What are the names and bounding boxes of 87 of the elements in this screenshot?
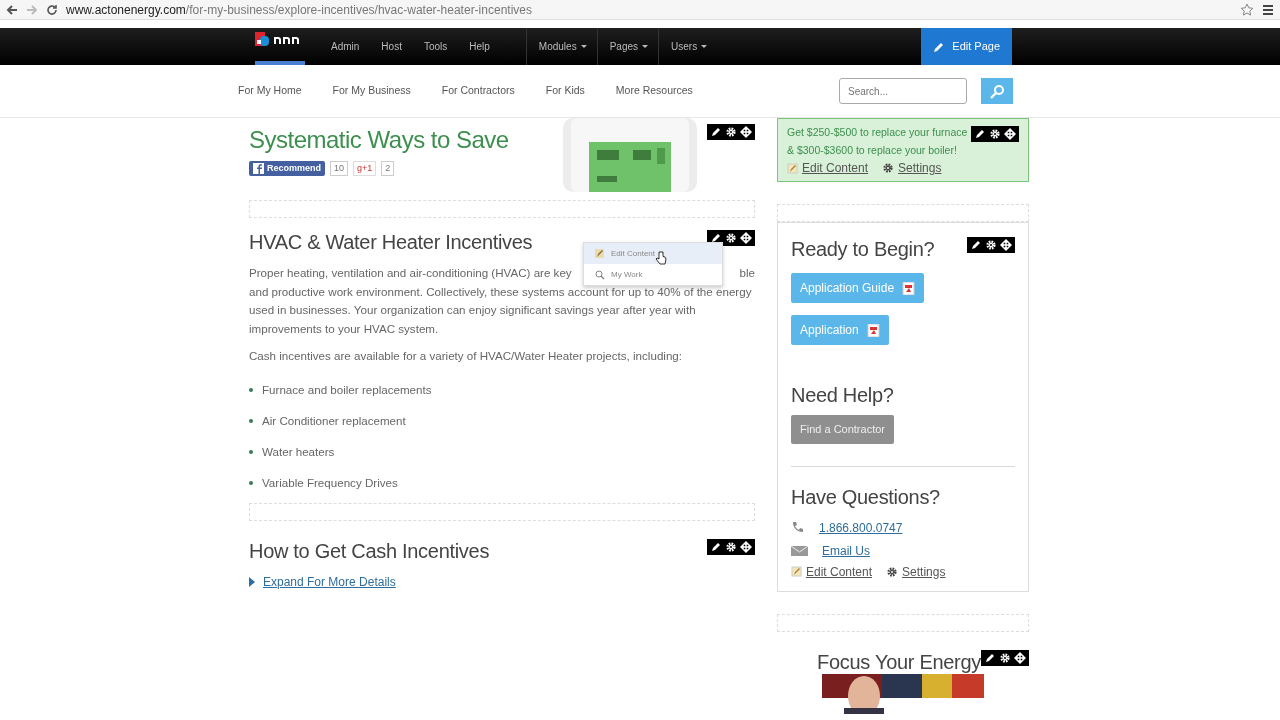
- facebook-icon: [253, 163, 264, 175]
- expand-arrow-icon[interactable]: [249, 576, 255, 587]
- plus-one-button[interactable]: g+1: [353, 160, 377, 177]
- edit-icon: [787, 162, 798, 174]
- admin-link[interactable]: Admin: [320, 28, 371, 65]
- gear-icon: [882, 162, 895, 174]
- paragraph-text: ble: [739, 265, 755, 281]
- email-link[interactable]: Email Us: [822, 542, 870, 560]
- magnifier-icon: [594, 269, 605, 280]
- gear-icon: [886, 565, 899, 578]
- move-icon[interactable]: [740, 540, 752, 553]
- edit-icon: [791, 566, 802, 577]
- expand-link[interactable]: Expand For More Details: [263, 572, 396, 591]
- paragraph-text: Proper heating, ventilation and air-conditioning (HVAC) are key: [249, 265, 572, 281]
- sidebar-heading: Have Questions?: [791, 484, 941, 509]
- share-count: 2: [381, 160, 395, 177]
- pencil-icon[interactable]: [974, 128, 986, 140]
- gear-icon[interactable]: [725, 232, 737, 244]
- admin-menu[interactable]: Modules: [525, 28, 597, 65]
- menu-item[interactable]: My Work: [584, 264, 722, 285]
- list-item: Variable Frequency Drives: [262, 475, 398, 492]
- settings-link[interactable]: Settings: [902, 562, 946, 581]
- pencil-icon: [933, 40, 946, 53]
- phone-icon: [791, 521, 805, 535]
- back-icon[interactable]: [6, 3, 18, 16]
- bullet-icon: [249, 419, 253, 423]
- paragraph-text: Cash incentives are available for a variety of HVAC/Water Heater projects, including:: [249, 348, 684, 364]
- search-icon: [989, 83, 1005, 99]
- move-icon[interactable]: [740, 232, 752, 244]
- move-icon[interactable]: [740, 126, 752, 138]
- bullet-icon: [249, 450, 253, 454]
- sidebar-heading: Ready to Begin?: [791, 237, 935, 261]
- list-item: Furnace and boiler replacements: [262, 382, 432, 399]
- edit-page-button[interactable]: Edit Page: [921, 28, 1012, 65]
- url-domain: www.actonenergy.com: [66, 2, 186, 17]
- reload-icon[interactable]: [46, 3, 58, 16]
- section-heading: How to Get Cash Incentives: [249, 538, 490, 563]
- list-item: Air Conditioner replacement: [262, 413, 406, 430]
- nav-link[interactable]: For My Home: [238, 83, 302, 99]
- phone-link[interactable]: 1.866.800.0747: [819, 519, 903, 537]
- sidebar-heading: Need Help?: [791, 383, 895, 407]
- bullet-icon: [249, 388, 253, 392]
- sidebar-heading: Focus Your Energy: [817, 649, 981, 674]
- recommend-button[interactable]: Recommend: [249, 160, 325, 177]
- menu-icon[interactable]: [1262, 3, 1274, 16]
- move-icon[interactable]: [1000, 239, 1012, 251]
- settings-link[interactable]: Settings: [898, 159, 942, 177]
- pencil-icon[interactable]: [710, 126, 722, 138]
- caret-icon: [701, 45, 708, 48]
- url-path: /for-my-business/explore-incentives/hvac-water-heater-incentives: [185, 2, 532, 17]
- section-heading: HVAC & Water Heater Incentives: [249, 230, 533, 254]
- bullet-icon: [249, 481, 253, 485]
- paragraph-text: and productive work environment. Collectively, these systems account for up to 40% of the energy used in businesses. Your organization can enjoy significant savings year after year with improvements to your HVAC system.: [249, 283, 753, 337]
- nav-link[interactable]: For Kids: [545, 83, 585, 99]
- admin-link[interactable]: Help: [458, 28, 501, 65]
- admin-link[interactable]: Host: [370, 28, 413, 65]
- promo-text: Get $250-$500 to replace your furnace & $300-$3600 to replace your boiler!: [787, 125, 969, 158]
- admin-menu[interactable]: Users: [658, 28, 718, 65]
- pencil-icon: [594, 248, 605, 259]
- list-item: Water heaters: [262, 444, 335, 461]
- cursor-icon: [655, 251, 667, 265]
- caret-icon: [642, 45, 649, 48]
- edit-content-link[interactable]: Edit Content: [802, 159, 869, 177]
- envelope-icon: [791, 545, 808, 557]
- pdf-icon: [866, 323, 880, 337]
- gear-icon[interactable]: [989, 128, 1001, 140]
- nav-link[interactable]: For Contractors: [441, 83, 515, 99]
- pencil-icon[interactable]: [984, 651, 996, 664]
- pencil-icon[interactable]: [710, 540, 722, 553]
- move-icon[interactable]: [1014, 651, 1026, 664]
- admin-menu[interactable]: Pages: [596, 28, 659, 65]
- admin-link[interactable]: Tools: [412, 28, 459, 65]
- caret-icon: [580, 45, 587, 48]
- gear-icon[interactable]: [999, 651, 1011, 664]
- star-icon[interactable]: [1240, 2, 1254, 17]
- pencil-icon[interactable]: [970, 239, 982, 251]
- edit-content-link[interactable]: Edit Content: [806, 562, 873, 581]
- nav-link[interactable]: For My Business: [332, 83, 411, 99]
- share-count: 10: [330, 160, 349, 177]
- move-icon[interactable]: [1004, 128, 1016, 140]
- search-field[interactable]: Search...: [839, 78, 967, 104]
- pdf-icon: [902, 281, 916, 295]
- gear-icon[interactable]: [725, 126, 737, 138]
- page-title: Systematic Ways to Save: [249, 126, 509, 155]
- nav-link[interactable]: More Resources: [615, 83, 693, 99]
- gear-icon[interactable]: [725, 540, 737, 553]
- gear-icon[interactable]: [985, 239, 997, 251]
